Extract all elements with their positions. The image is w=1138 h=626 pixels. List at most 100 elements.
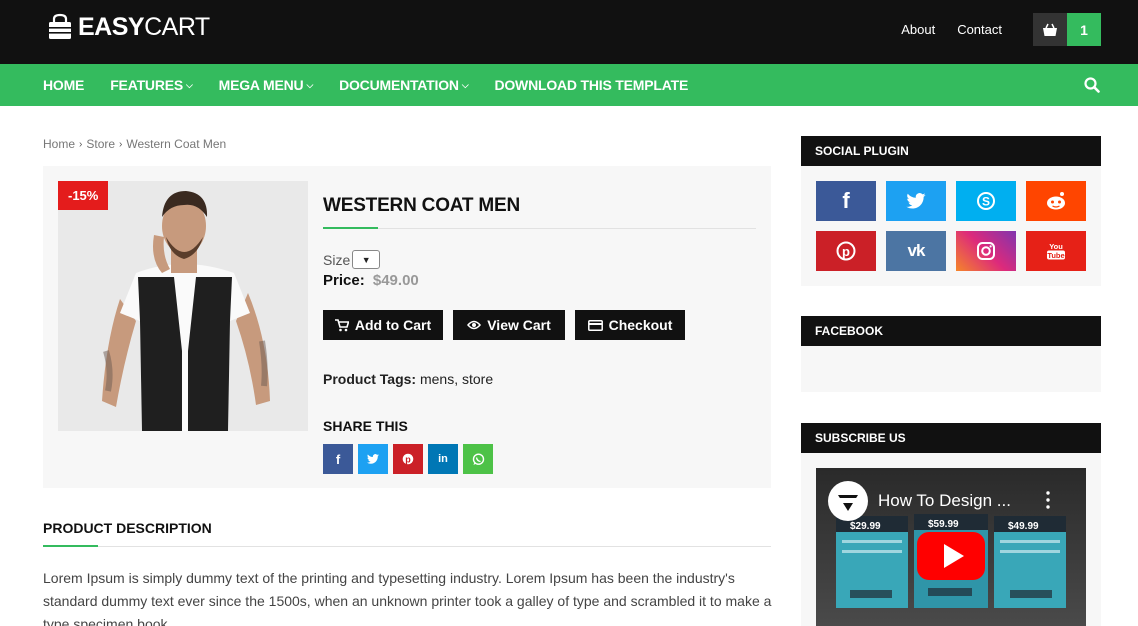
pinterest-icon: p (402, 453, 414, 465)
svg-text:p: p (405, 454, 411, 464)
discount-badge: -15% (58, 181, 109, 210)
eye-icon (467, 320, 482, 330)
vk-icon: vk (907, 241, 926, 260)
whatsapp-icon (472, 452, 484, 465)
nav-mega-menu[interactable]: MEGA MENU ⌵ (219, 77, 314, 93)
facebook-widget-body (801, 346, 1101, 392)
top-links: About Contact (901, 22, 1002, 37)
share-linkedin-button[interactable]: in (428, 444, 458, 474)
cart-count: 1 (1067, 13, 1101, 46)
add-to-cart-label: Add to Cart (354, 317, 432, 333)
tags-value[interactable]: mens, store (420, 371, 493, 387)
product-title: WESTERN COAT MEN (323, 195, 520, 216)
video-price-1: $29.99 (850, 521, 881, 532)
share-whatsapp-button[interactable] (463, 444, 493, 474)
about-link[interactable]: About (901, 22, 935, 37)
logo-text: EASYCART (78, 13, 210, 41)
breadcrumb-home[interactable]: Home (43, 137, 75, 151)
description-title: PRODUCT DESCRIPTION (43, 520, 212, 536)
nav-features[interactable]: FEATURES ⌵ (110, 77, 193, 93)
chevron-down-icon: ⌵ (461, 79, 469, 90)
chevron-down-icon: ⌵ (186, 79, 193, 90)
video-price-3: $49.99 (1008, 521, 1039, 532)
breadcrumb: Home › Store › Western Coat Men (43, 137, 226, 151)
main-nav: HOME FEATURES ⌵ MEGA MENU ⌵ DOCUMENTATION ⌵… (0, 64, 1138, 106)
price-label: Price: (323, 272, 365, 289)
checkout-label: Checkout (608, 317, 673, 333)
linkedin-icon: in (438, 453, 448, 465)
product-image[interactable] (58, 181, 308, 431)
view-cart-button[interactable]: View Cart (453, 310, 565, 340)
social-instagram-button[interactable] (956, 231, 1016, 271)
skype-icon: S (977, 192, 995, 210)
description-text: Lorem Ipsum is simply dummy text of the … (43, 570, 772, 626)
svg-text:p: p (842, 244, 850, 259)
search-icon[interactable] (1084, 77, 1100, 93)
social-youtube-button[interactable]: You Tube (1026, 231, 1086, 271)
product-tags: Product Tags: mens, store (323, 371, 493, 387)
credit-card-icon (587, 319, 603, 331)
twitter-icon (906, 193, 926, 209)
contact-link[interactable]: Contact (957, 22, 1002, 37)
price-row: Price: $49.00 (323, 272, 419, 289)
social-vk-button[interactable]: vk (886, 231, 946, 271)
description-divider-accent (43, 545, 98, 547)
youtube-video-embed[interactable]: $29.99 $59.99 $49.99 How To Design ... (816, 468, 1086, 626)
add-to-cart-button[interactable]: Add to Cart (323, 310, 443, 340)
channel-avatar[interactable] (828, 481, 868, 521)
twitter-icon (367, 454, 379, 464)
social-reddit-button[interactable] (1026, 181, 1086, 221)
checkout-button[interactable]: Checkout (575, 310, 685, 340)
nav-download-template[interactable]: DOWNLOAD THIS TEMPLATE (494, 77, 688, 93)
chevron-down-icon: ⌵ (306, 79, 314, 90)
svg-text:You: You (1049, 242, 1063, 251)
social-skype-button[interactable]: S (956, 181, 1016, 221)
video-price-2: $59.99 (928, 519, 959, 530)
tags-label: Product Tags: (323, 371, 417, 387)
svg-text:Tube: Tube (1047, 251, 1064, 260)
chevron-right-icon: › (79, 138, 83, 150)
social-pinterest-button[interactable]: p (816, 231, 876, 271)
chevron-down-icon: ▼ (361, 254, 371, 265)
breadcrumb-current: Western Coat Men (126, 137, 227, 151)
instagram-icon (977, 242, 995, 260)
top-bar: EASYCART About Contact 1 (0, 0, 1138, 64)
breadcrumb-store[interactable]: Store (86, 137, 115, 151)
social-plugin-header: SOCIAL PLUGIN (801, 136, 1101, 166)
title-divider (323, 228, 756, 229)
share-pinterest-button[interactable]: p (393, 444, 423, 474)
size-label: Size (323, 251, 351, 268)
share-twitter-button[interactable] (358, 444, 388, 474)
channel-logo-icon (836, 495, 860, 511)
shopping-bag-icon (49, 13, 71, 39)
reddit-icon (1047, 192, 1065, 210)
product-panel: -15% WESTERN COAT MEN Size ▼ Price: $49.… (43, 166, 771, 488)
facebook-widget-header: FACEBOOK (801, 316, 1101, 346)
size-select[interactable]: ▼ (352, 250, 381, 269)
facebook-icon: f (335, 451, 341, 467)
share-facebook-button[interactable]: f (323, 444, 353, 474)
nav-documentation[interactable]: DOCUMENTATION ⌵ (339, 77, 469, 93)
nav-home[interactable]: HOME (43, 77, 84, 93)
title-divider-accent (323, 227, 378, 229)
cart-icon-wrap (1033, 13, 1067, 46)
chevron-right-icon: › (119, 138, 123, 150)
price-value: $49.00 (372, 272, 419, 289)
view-cart-label: View Cart (487, 317, 551, 333)
social-twitter-button[interactable] (886, 181, 946, 221)
size-row: Size ▼ (323, 250, 381, 269)
cart-button[interactable]: 1 (1033, 13, 1101, 46)
product-photo (58, 181, 308, 431)
video-title[interactable]: How To Design ... (878, 491, 1011, 511)
social-plugin-body: f S p vk You Tube (801, 166, 1101, 286)
logo[interactable]: EASYCART (46, 13, 210, 41)
description-divider (43, 546, 771, 547)
subscribe-widget-header: SUBSCRIBE US (801, 423, 1101, 453)
youtube-icon: YouTube (1047, 242, 1065, 260)
facebook-icon: f (842, 188, 850, 213)
basket-icon (1043, 23, 1057, 36)
cart-icon (334, 318, 349, 331)
social-facebook-button[interactable]: f (816, 181, 876, 221)
share-title: SHARE THIS (323, 418, 408, 434)
pinterest-icon: p (836, 241, 856, 261)
